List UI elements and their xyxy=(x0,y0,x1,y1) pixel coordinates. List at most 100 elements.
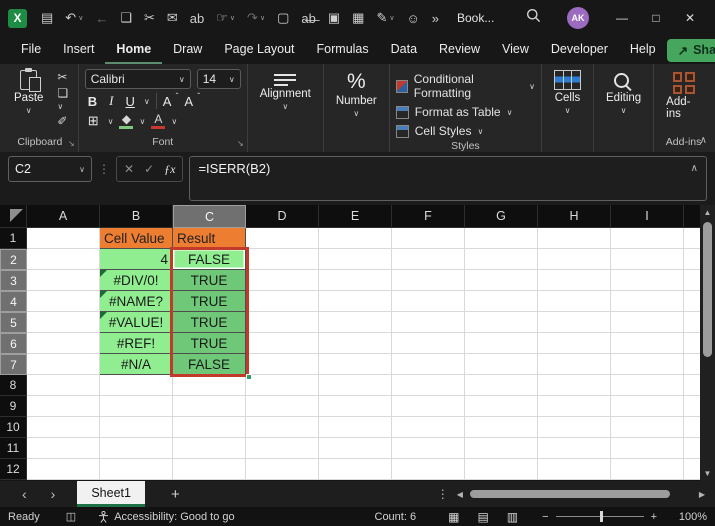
insert-function-button[interactable]: ƒx xyxy=(164,162,175,177)
tab-formulas[interactable]: Formulas xyxy=(306,37,380,64)
font-color-button[interactable]: A xyxy=(151,113,166,129)
column-header-H[interactable]: H xyxy=(538,205,611,228)
cell-F8[interactable] xyxy=(392,375,465,396)
cell-D8[interactable] xyxy=(246,375,319,396)
clipboard-dialog-launcher[interactable]: ↘ xyxy=(68,139,75,148)
previous-sheet-button[interactable]: ‹ xyxy=(10,486,39,502)
collapse-ribbon-button[interactable]: ∧ xyxy=(700,135,707,146)
cell-E4[interactable] xyxy=(319,291,392,312)
increase-font-size-button[interactable]: Aˆ xyxy=(163,92,179,109)
tab-view[interactable]: View xyxy=(491,37,540,64)
cell-C9[interactable] xyxy=(173,396,246,417)
close-button[interactable]: ✕ xyxy=(673,7,707,29)
font-dialog-launcher[interactable]: ↘ xyxy=(237,139,244,148)
cell-B3[interactable]: #DIV/0! xyxy=(100,270,173,291)
cell-I3[interactable] xyxy=(611,270,684,291)
cell-H1[interactable] xyxy=(538,228,611,249)
cell-D2[interactable] xyxy=(246,249,319,270)
cell-H11[interactable] xyxy=(538,438,611,459)
column-header-B[interactable]: B xyxy=(100,205,173,228)
alignment-button[interactable]: Alignment ∨ xyxy=(254,69,317,112)
vertical-scrollbar[interactable]: ▲ ▼ xyxy=(700,205,715,481)
cell-I8[interactable] xyxy=(611,375,684,396)
cell-C11[interactable] xyxy=(173,438,246,459)
cell-I9[interactable] xyxy=(611,396,684,417)
collapse-formula-bar-icon[interactable]: ∧ xyxy=(691,161,698,174)
zoom-slider-thumb[interactable] xyxy=(599,511,603,522)
column-header-F[interactable]: F xyxy=(392,205,465,228)
tab-file[interactable]: File xyxy=(10,37,52,64)
cell-H5[interactable] xyxy=(538,312,611,333)
cell-B5[interactable]: #VALUE! xyxy=(100,312,173,333)
borders-button[interactable]: ⊞ xyxy=(85,113,102,129)
cell-A2[interactable] xyxy=(27,249,100,270)
tab-insert[interactable]: Insert xyxy=(52,37,105,64)
back-icon[interactable]: ← xyxy=(91,9,112,28)
cell-C12[interactable] xyxy=(173,459,246,480)
cell-C6[interactable]: TRUE xyxy=(173,333,246,354)
cell-E3[interactable] xyxy=(319,270,392,291)
cell-F5[interactable] xyxy=(392,312,465,333)
cell-I7[interactable] xyxy=(611,354,684,375)
cell-B11[interactable] xyxy=(100,438,173,459)
cell-F9[interactable] xyxy=(392,396,465,417)
sheet-options-icon[interactable]: ⋮ xyxy=(437,487,449,501)
add-sheet-button[interactable]: + xyxy=(145,486,206,503)
scroll-right-icon[interactable]: ▶ xyxy=(699,490,705,499)
cell-A3[interactable] xyxy=(27,270,100,291)
cell-H9[interactable] xyxy=(538,396,611,417)
cell-E5[interactable] xyxy=(319,312,392,333)
sheet-lookup-icon[interactable]: ▦ xyxy=(348,8,368,28)
cell-D5[interactable] xyxy=(246,312,319,333)
cell-D11[interactable] xyxy=(246,438,319,459)
addins-button[interactable]: Add-ins xyxy=(660,69,707,121)
fill-color-button[interactable]: ◆ xyxy=(119,113,134,129)
cell-B6[interactable]: #REF! xyxy=(100,333,173,354)
page-layout-view-icon[interactable]: ▤ xyxy=(477,510,488,524)
cell-D9[interactable] xyxy=(246,396,319,417)
cell-H3[interactable] xyxy=(538,270,611,291)
copy-icon[interactable]: ❏ xyxy=(116,8,136,28)
bold-button[interactable]: B xyxy=(85,94,100,109)
chevron-down-icon[interactable]: ∨ xyxy=(144,97,150,106)
cell-H8[interactable] xyxy=(538,375,611,396)
cell-F3[interactable] xyxy=(392,270,465,291)
cell-D12[interactable] xyxy=(246,459,319,480)
formula-bar-splitter[interactable]: ⋮ xyxy=(98,156,110,176)
enter-button[interactable]: ✓ xyxy=(144,162,154,176)
cell-C3[interactable]: TRUE xyxy=(173,270,246,291)
font-name-select[interactable]: Calibri ∨ xyxy=(84,69,191,89)
next-sheet-button[interactable]: › xyxy=(39,486,68,502)
cell-G12[interactable] xyxy=(465,459,538,480)
cell-G7[interactable] xyxy=(465,354,538,375)
ink-pen-icon[interactable]: ✎ ∨ xyxy=(372,8,398,28)
cell-C5[interactable]: TRUE xyxy=(173,312,246,333)
cell-A10[interactable] xyxy=(27,417,100,438)
cell-D7[interactable] xyxy=(246,354,319,375)
tab-developer[interactable]: Developer xyxy=(540,37,619,64)
sheet-tab-sheet1[interactable]: Sheet1 xyxy=(77,481,145,507)
decrease-font-size-button[interactable]: Aˇ xyxy=(184,92,200,109)
row-header-7[interactable]: 7 xyxy=(0,354,27,375)
vertical-scrollbar-thumb[interactable] xyxy=(703,222,712,357)
cell-F2[interactable] xyxy=(392,249,465,270)
column-header-I[interactable]: I xyxy=(611,205,684,228)
underline-button[interactable]: U xyxy=(122,94,137,109)
cell-F1[interactable] xyxy=(392,228,465,249)
horizontal-scrollbar-thumb[interactable] xyxy=(469,490,670,498)
cell-G1[interactable] xyxy=(465,228,538,249)
cell-G5[interactable] xyxy=(465,312,538,333)
cell-I4[interactable] xyxy=(611,291,684,312)
cell-D6[interactable] xyxy=(246,333,319,354)
row-header-11[interactable]: 11 xyxy=(0,438,27,459)
copy-button[interactable]: ❏ ∨ xyxy=(57,87,71,111)
scroll-up-icon[interactable]: ▲ xyxy=(700,208,715,217)
maximize-button[interactable]: □ xyxy=(639,7,673,29)
column-header-G[interactable]: G xyxy=(465,205,538,228)
row-header-1[interactable]: 1 xyxy=(0,228,27,249)
cell-A5[interactable] xyxy=(27,312,100,333)
cell-E12[interactable] xyxy=(319,459,392,480)
cell-A8[interactable] xyxy=(27,375,100,396)
cell-D4[interactable] xyxy=(246,291,319,312)
cell-E1[interactable] xyxy=(319,228,392,249)
